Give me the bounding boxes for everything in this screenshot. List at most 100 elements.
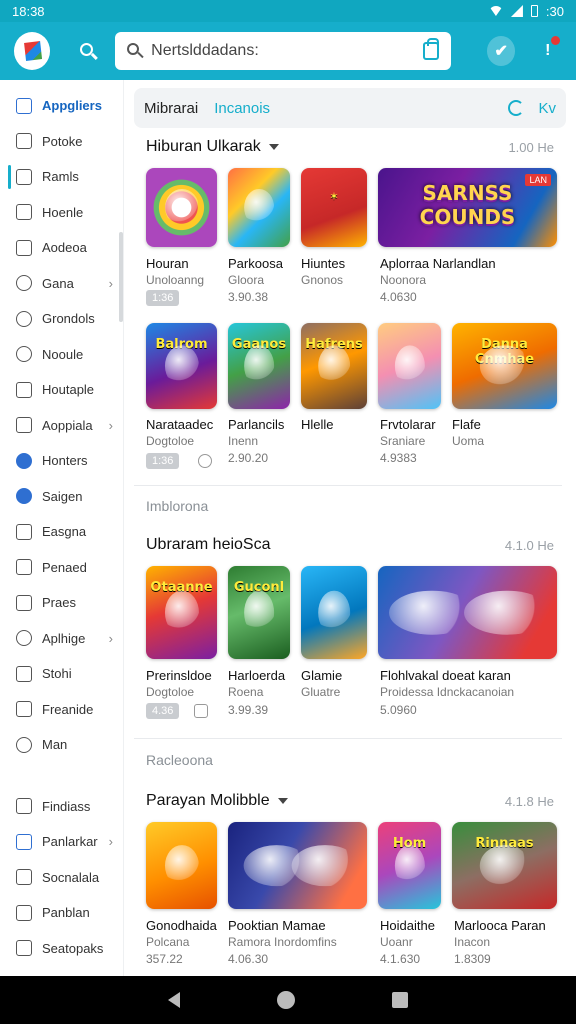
app-tile[interactable]: Hafrens bbox=[301, 323, 367, 409]
section-subheading: Racleoona bbox=[146, 752, 213, 768]
sidebar-item-label: Stohi bbox=[42, 666, 72, 682]
sidebar-item-freanide[interactable]: Freanide bbox=[0, 692, 123, 728]
app-tile[interactable]: ✶ bbox=[301, 168, 367, 247]
sidebar-item-honters[interactable]: Honters bbox=[0, 443, 123, 479]
recents-icon[interactable] bbox=[391, 992, 408, 1008]
search-bar[interactable] bbox=[115, 32, 451, 70]
sidebar-item-findiass[interactable]: Findiass bbox=[0, 789, 123, 825]
sidebar-item-aodeoa[interactable]: Aodeoa bbox=[0, 230, 123, 266]
download-icon[interactable] bbox=[198, 454, 212, 468]
sidebar-item-houtaple[interactable]: Houtaple bbox=[0, 372, 123, 408]
sidebar-item-appgliers[interactable]: Appgliers bbox=[0, 88, 123, 124]
app-name[interactable]: Flohlvakal doeat karan bbox=[380, 668, 511, 683]
app-tile[interactable]: Gaanos bbox=[228, 323, 290, 409]
sidebar-item-panlarkar[interactable]: Panlarkar › bbox=[0, 824, 123, 860]
app-tile[interactable]: Danna Cnmhae bbox=[452, 323, 557, 409]
sidebar-item-hoenle[interactable]: Hoenle bbox=[0, 195, 123, 231]
account-button[interactable]: ✔ bbox=[486, 36, 516, 66]
sidebar-item-panblan[interactable]: Panblan bbox=[0, 895, 123, 931]
refresh-icon[interactable] bbox=[508, 100, 525, 116]
sidebar-item-label: Appgliers bbox=[42, 98, 102, 114]
section-title[interactable]: Ubraram heioSca bbox=[146, 536, 271, 554]
app-tile[interactable] bbox=[301, 566, 367, 659]
grid-icon bbox=[16, 381, 32, 398]
sidebar-item-nooule[interactable]: Nooule bbox=[0, 337, 123, 373]
banner-badge: LAN bbox=[525, 174, 551, 186]
sidebar-item-saigen[interactable]: Saigen bbox=[0, 479, 123, 515]
sidebar-item-potoke[interactable]: Potoke bbox=[0, 124, 123, 160]
sidebar-item-label: Honters bbox=[42, 453, 88, 469]
app-developer: Noonora bbox=[380, 273, 427, 287]
sidebar-item-seatopaks[interactable]: Seatopaks bbox=[0, 931, 123, 967]
shopping-bag-icon[interactable] bbox=[422, 38, 439, 60]
app-name[interactable]: Parkoosa bbox=[228, 256, 283, 271]
app-tile[interactable]: Otaanne bbox=[146, 566, 217, 659]
calendar-icon bbox=[16, 417, 32, 434]
sidebar-item-label: Praes bbox=[42, 595, 76, 611]
tab-mibrarai[interactable]: Mibrarai bbox=[144, 100, 198, 117]
character-icon bbox=[479, 844, 530, 887]
app-name[interactable]: Houran bbox=[146, 256, 189, 271]
app-banner[interactable] bbox=[378, 566, 557, 659]
grid-view-icon[interactable] bbox=[194, 704, 208, 718]
app-name[interactable]: Hlelle bbox=[301, 417, 334, 432]
notifications-button[interactable]: ! bbox=[533, 36, 562, 66]
app-name[interactable]: Parlancils bbox=[228, 417, 284, 432]
app-name[interactable]: Pooktian Mamae bbox=[228, 918, 326, 933]
app-name[interactable]: Harloerda bbox=[228, 668, 285, 683]
app-tile[interactable] bbox=[146, 822, 217, 909]
app-name[interactable]: Gonodhaida bbox=[146, 918, 217, 933]
banner-title: SARNSS COUNDS bbox=[419, 181, 516, 229]
message-icon bbox=[16, 488, 32, 505]
app-name[interactable]: Aplorraa Narlandlan bbox=[380, 256, 496, 271]
chevron-right-icon: › bbox=[108, 630, 113, 646]
sidebar-item-label: Ramls bbox=[42, 169, 79, 185]
sidebar-item-man[interactable]: Man bbox=[0, 727, 123, 763]
sidebar-item-easgna[interactable]: Easgna bbox=[0, 514, 123, 550]
search-icon[interactable] bbox=[78, 41, 97, 61]
back-icon[interactable] bbox=[168, 992, 181, 1008]
app-logo[interactable] bbox=[14, 32, 51, 70]
chevron-right-icon: › bbox=[108, 834, 113, 850]
app-tile[interactable] bbox=[146, 168, 217, 247]
sidebar-item-aoppiala[interactable]: Aoppiala › bbox=[0, 408, 123, 444]
circle-icon bbox=[16, 346, 32, 363]
sidebar-item-gana[interactable]: Gana › bbox=[0, 266, 123, 302]
home-button-icon[interactable] bbox=[276, 991, 295, 1009]
sidebar-item-ramls[interactable]: Ramls bbox=[0, 159, 123, 195]
section-title[interactable]: Parayan Molibble bbox=[146, 792, 288, 810]
app-name[interactable]: Flafe bbox=[452, 417, 481, 432]
search-input[interactable] bbox=[151, 42, 423, 60]
sidebar-item-socnalala[interactable]: Socnalala bbox=[0, 860, 123, 896]
app-name[interactable]: Narataadec bbox=[146, 417, 213, 432]
sidebar-item-grondols[interactable]: Grondols bbox=[0, 301, 123, 337]
app-tile[interactable] bbox=[378, 323, 441, 409]
app-name[interactable]: Marlooca Paran bbox=[454, 918, 546, 933]
sidebar-item-penaed[interactable]: Penaed bbox=[0, 550, 123, 586]
app-name[interactable]: Glamie bbox=[301, 668, 342, 683]
app-developer: Inenn bbox=[228, 434, 259, 448]
app-name[interactable]: Hoidaithe bbox=[380, 918, 435, 933]
caret-down-icon bbox=[277, 798, 288, 804]
section-title[interactable]: Hiburan Ulkarak bbox=[146, 138, 279, 156]
app-tile[interactable]: Balrom bbox=[146, 323, 217, 409]
sidebar-item-aplhige[interactable]: Aplhige › bbox=[0, 621, 123, 657]
sidebar-item-stohi[interactable]: Stohi bbox=[0, 656, 123, 692]
app-banner[interactable]: SARNSS COUNDS LAN bbox=[378, 168, 557, 247]
character-icon bbox=[318, 590, 350, 635]
tab-right-label[interactable]: Kv bbox=[538, 100, 556, 117]
sidebar-item-praes[interactable]: Praes bbox=[0, 585, 123, 621]
app-name[interactable]: Hiuntes bbox=[301, 256, 345, 271]
app-name[interactable]: Frvtolarar bbox=[380, 417, 436, 432]
app-tile[interactable]: Guconl bbox=[228, 566, 290, 659]
app-tile[interactable] bbox=[228, 168, 290, 247]
app-tile[interactable]: Rinnaas bbox=[452, 822, 557, 909]
tab-incanois[interactable]: Incanois bbox=[214, 100, 270, 117]
app-banner[interactable] bbox=[228, 822, 367, 909]
app-name[interactable]: Prerinsldoe bbox=[146, 668, 212, 683]
chevron-right-icon: › bbox=[108, 417, 113, 433]
app-developer: Gnonos bbox=[301, 273, 344, 287]
status-bar: 18:38 :30 bbox=[0, 0, 576, 22]
sidebar-scrollbar[interactable] bbox=[119, 232, 123, 322]
app-tile[interactable]: Hom bbox=[378, 822, 441, 909]
